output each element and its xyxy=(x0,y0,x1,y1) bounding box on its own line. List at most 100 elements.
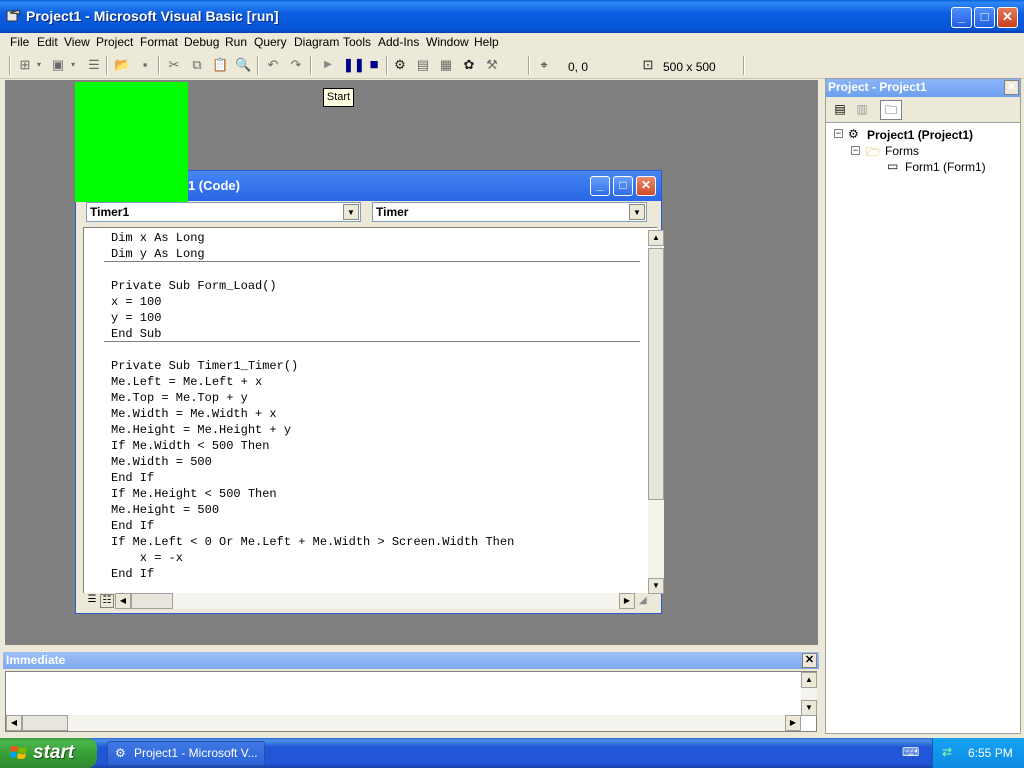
start-button[interactable]: start xyxy=(0,738,97,768)
immediate-horizontal-scrollbar[interactable]: ◀ ▶ xyxy=(6,715,801,731)
immediate-input[interactable]: ▲ ▼ ◀ ▶ xyxy=(5,671,817,732)
scroll-up-icon[interactable]: ▲ xyxy=(648,230,664,246)
open-icon[interactable]: 📂 xyxy=(114,57,130,73)
immediate-vertical-scrollbar[interactable]: ▲ ▼ xyxy=(801,672,817,716)
project-explorer: Project - Project1 ✕ ▤ ▥ 🗀 − ⚙ Project1 … xyxy=(825,78,1021,734)
scroll-thumb[interactable] xyxy=(131,593,173,609)
toolbar-separator xyxy=(528,56,530,75)
taskbar-item-label: Project1 - Microsoft V... xyxy=(134,746,258,760)
immediate-title-bar: Immediate ✕ xyxy=(3,652,819,669)
menu-query[interactable]: Query xyxy=(254,35,287,49)
redo-icon[interactable]: ↷ xyxy=(288,57,304,73)
menu-tools[interactable]: Tools xyxy=(343,35,371,49)
collapse-icon[interactable]: − xyxy=(834,129,843,138)
scroll-thumb[interactable] xyxy=(22,715,68,731)
resize-grip-icon[interactable]: ◢ xyxy=(639,595,653,609)
close-button[interactable]: ✕ xyxy=(997,7,1018,28)
scroll-left-icon[interactable]: ◀ xyxy=(115,593,131,609)
procedure-combo[interactable]: Timer ▼ xyxy=(372,202,647,222)
dropdown-arrow-icon[interactable]: ▾ xyxy=(68,57,78,73)
collapse-icon[interactable]: − xyxy=(851,146,860,155)
project-explorer-title-text: Project - Project1 xyxy=(828,80,927,94)
horizontal-scroll-row: ☰ ☷ ◀ ▶ ◢ xyxy=(83,593,657,610)
taskbar-item-vb[interactable]: ⚙ Project1 - Microsoft V... xyxy=(107,741,265,766)
running-form[interactable] xyxy=(75,82,188,202)
copy-icon[interactable]: ⧉ xyxy=(189,57,205,73)
code-block-timer: Private Sub Timer1_Timer() Me.Left = Me.… xyxy=(111,359,515,581)
code-close-button[interactable]: ✕ xyxy=(636,176,656,196)
add-form-icon[interactable]: ▣ xyxy=(50,57,66,73)
code-editor[interactable]: Dim x As Long Dim y As Long Private Sub … xyxy=(83,227,664,594)
break-icon[interactable]: ❚❚ xyxy=(343,57,365,73)
scroll-right-icon[interactable]: ▶ xyxy=(619,593,635,609)
network-icon[interactable]: ⇄ xyxy=(942,745,958,761)
keyboard-icon[interactable]: ⌨ xyxy=(902,745,919,761)
immediate-window: Immediate ✕ ▲ ▼ ◀ ▶ xyxy=(3,652,819,734)
tree-form1[interactable]: Form1 (Form1) xyxy=(905,160,986,174)
scroll-down-icon[interactable]: ▼ xyxy=(801,700,817,716)
start-tooltip: Start xyxy=(323,88,354,107)
start-icon[interactable]: ▶ xyxy=(320,57,336,73)
object-combo[interactable]: Timer1 ▼ xyxy=(86,202,361,222)
code-maximize-button[interactable]: □ xyxy=(613,176,633,196)
menu-editor-icon[interactable]: ☰ xyxy=(86,57,102,73)
menu-file[interactable]: File xyxy=(10,35,29,49)
procedure-view-icon[interactable]: ☰ xyxy=(85,594,99,608)
save-icon[interactable]: ▪ xyxy=(137,57,153,73)
end-icon[interactable]: ■ xyxy=(366,57,382,73)
code-text[interactable]: Dim x As Long Dim y As Long Private Sub … xyxy=(111,230,514,582)
toggle-folders-icon[interactable]: 🗀 xyxy=(880,100,902,120)
maximize-button[interactable]: □ xyxy=(974,7,995,28)
title-bar[interactable]: Project1 - Microsoft Visual Basic [run] … xyxy=(0,0,1024,33)
project-explorer-icon[interactable]: ⚙ xyxy=(392,57,408,73)
view-code-icon[interactable]: ▤ xyxy=(832,102,848,118)
project-close-button[interactable]: ✕ xyxy=(1004,80,1019,95)
menu-add-ins[interactable]: Add-Ins xyxy=(378,35,419,49)
toolbox-icon[interactable]: ⚒ xyxy=(484,57,500,73)
minimize-button[interactable]: _ xyxy=(951,7,972,28)
code-minimize-button[interactable]: _ xyxy=(590,176,610,196)
form-layout-icon[interactable]: ▦ xyxy=(438,57,454,73)
scroll-left-icon[interactable]: ◀ xyxy=(6,715,22,731)
horizontal-scrollbar[interactable]: ◀ ▶ xyxy=(115,593,635,609)
immediate-title: Immediate xyxy=(6,653,66,667)
vertical-scrollbar[interactable]: ▲ ▼ xyxy=(648,230,664,594)
properties-window-icon[interactable]: ▤ xyxy=(415,57,431,73)
menu-edit[interactable]: Edit xyxy=(37,35,58,49)
immediate-close-button[interactable]: ✕ xyxy=(802,653,817,668)
tree-forms-folder[interactable]: Forms xyxy=(885,144,919,158)
menu-project[interactable]: Project xyxy=(96,35,133,49)
dropdown-arrow-icon[interactable]: ▾ xyxy=(34,57,44,73)
view-object-icon[interactable]: ▥ xyxy=(854,102,870,118)
chevron-down-icon[interactable]: ▼ xyxy=(343,204,359,220)
cut-icon[interactable]: ✂ xyxy=(166,57,182,73)
taskbar-clock[interactable]: 6:55 PM xyxy=(968,746,1013,760)
menu-help[interactable]: Help xyxy=(474,35,499,49)
scroll-down-icon[interactable]: ▼ xyxy=(648,578,664,594)
scroll-right-icon[interactable]: ▶ xyxy=(785,715,801,731)
position-readout: 0, 0 xyxy=(568,60,589,74)
menu-run[interactable]: Run xyxy=(225,35,247,49)
full-module-view-icon[interactable]: ☷ xyxy=(100,594,114,608)
menu-view[interactable]: View xyxy=(64,35,90,49)
paste-icon[interactable]: 📋 xyxy=(212,57,228,73)
add-project-icon[interactable]: ⊞ xyxy=(17,57,33,73)
chevron-down-icon[interactable]: ▼ xyxy=(629,204,645,220)
object-browser-icon[interactable]: ✿ xyxy=(461,57,477,73)
menu-window[interactable]: Window xyxy=(426,35,469,49)
position-icon: ⌖ xyxy=(540,57,548,72)
menu-debug[interactable]: Debug xyxy=(184,35,219,49)
size-icon: ⊡ xyxy=(642,57,654,72)
scroll-up-icon[interactable]: ▲ xyxy=(801,672,817,688)
menu-format[interactable]: Format xyxy=(140,35,178,49)
tree-project-root[interactable]: Project1 (Project1) xyxy=(867,128,973,142)
code-window[interactable]: n1 (Code) _ □ ✕ Timer1 ▼ Timer ▼ Dim x A… xyxy=(75,170,664,614)
folder-icon: 🗁 xyxy=(866,145,881,159)
window-title: Project1 - Microsoft Visual Basic [run] xyxy=(26,8,279,24)
object-combo-value: Timer1 xyxy=(90,205,130,219)
menu-diagram[interactable]: Diagram xyxy=(294,35,339,49)
project-icon: ⚙ xyxy=(848,127,859,141)
scroll-thumb[interactable] xyxy=(648,248,664,500)
find-icon[interactable]: 🔍 xyxy=(235,57,251,73)
undo-icon[interactable]: ↶ xyxy=(265,57,281,73)
